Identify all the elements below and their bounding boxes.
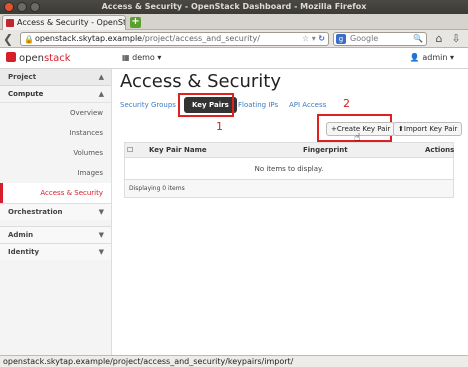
url-host: openstack.skytap.example bbox=[35, 34, 143, 43]
main-content: Access & Security Security Groups Key Pa… bbox=[112, 69, 468, 355]
browser-tabbar: Access & Security - OpenStack ... + bbox=[0, 14, 468, 30]
sidebar-item-images[interactable]: Images bbox=[0, 163, 111, 183]
new-tab-button[interactable]: + bbox=[130, 17, 141, 28]
close-window-button[interactable] bbox=[4, 2, 14, 12]
chevron-down-icon: ▼ bbox=[98, 208, 104, 216]
sidebar-item-overview[interactable]: Overview bbox=[0, 103, 111, 123]
minimize-window-button[interactable] bbox=[17, 2, 27, 12]
window-titlebar: Access & Security - OpenStack Dashboard … bbox=[0, 0, 468, 14]
browser-statusbar: openstack.skytap.example/project/access_… bbox=[0, 355, 468, 367]
page-title: Access & Security bbox=[120, 71, 282, 92]
chevron-up-icon: ▲ bbox=[98, 90, 104, 98]
dropdown-arrow-icon[interactable]: ▾ bbox=[312, 34, 316, 43]
user-icon: 👤 bbox=[409, 53, 420, 62]
sidebar-item-instances[interactable]: Instances bbox=[0, 123, 111, 143]
tab-security-groups[interactable]: Security Groups bbox=[120, 97, 176, 113]
sidebar-group-compute[interactable]: Compute ▲ bbox=[0, 86, 111, 103]
sidebar-item-access-security[interactable]: Access & Security bbox=[0, 183, 111, 203]
url-bar[interactable]: 🔒 openstack.skytap.example/project/acces… bbox=[20, 32, 329, 46]
column-header-name[interactable]: Key Pair Name bbox=[149, 146, 207, 154]
search-magnifier-icon[interactable]: 🔍 bbox=[413, 33, 423, 45]
table-empty-message: No items to display. bbox=[125, 158, 453, 180]
chevron-down-icon: ▼ bbox=[98, 248, 104, 256]
search-input[interactable]: g Google 🔍 bbox=[333, 32, 427, 46]
select-all-checkbox[interactable]: ☐ bbox=[127, 146, 133, 154]
sidebar-group-orchestration[interactable]: Orchestration ▼ bbox=[0, 203, 111, 220]
openstack-header: openstack ▦ demo ▾ 👤 admin ▾ bbox=[0, 48, 468, 69]
callout-step-1: 1 bbox=[216, 120, 223, 133]
project-icon: ▦ bbox=[122, 53, 130, 62]
downloads-icon[interactable]: ⇩ bbox=[450, 33, 462, 45]
browser-tab-title: Access & Security - OpenStack ... bbox=[17, 18, 126, 27]
sidebar-section-project[interactable]: Project ▲ bbox=[0, 69, 111, 86]
openstack-favicon-icon bbox=[6, 19, 14, 27]
url-path: /project/access_and_security/ bbox=[142, 34, 260, 43]
tab-api-access[interactable]: API Access bbox=[289, 97, 326, 113]
callout-step-2: 2 bbox=[343, 97, 350, 110]
user-menu[interactable]: 👤 admin ▾ bbox=[410, 53, 454, 62]
table-header-row: ☐ Key Pair Name Fingerprint Actions bbox=[125, 143, 455, 158]
sidebar-section-admin[interactable]: Admin ▼ bbox=[0, 226, 111, 243]
site-identity-icon[interactable]: 🔒 bbox=[24, 34, 34, 45]
openstack-logo-icon bbox=[6, 52, 16, 62]
maximize-window-button[interactable] bbox=[30, 2, 40, 12]
window-title: Access & Security - OpenStack Dashboard … bbox=[101, 2, 367, 11]
key-pairs-table: ☐ Key Pair Name Fingerprint Actions No i… bbox=[124, 142, 454, 198]
bookmark-star-icon[interactable]: ☆ bbox=[302, 34, 309, 43]
search-placeholder: Google bbox=[350, 34, 379, 43]
sidebar-section-identity[interactable]: Identity ▼ bbox=[0, 243, 111, 260]
tab-floating-ips[interactable]: Floating IPs bbox=[238, 97, 278, 113]
highlight-box-key-pairs bbox=[178, 93, 234, 117]
column-header-actions: Actions bbox=[425, 146, 455, 154]
import-key-pair-button[interactable]: ⬆Import Key Pair bbox=[393, 122, 463, 136]
reload-icon[interactable]: ↻ bbox=[318, 34, 325, 43]
chevron-down-icon: ▼ bbox=[98, 231, 104, 239]
browser-tab[interactable]: Access & Security - OpenStack ... bbox=[2, 15, 126, 30]
home-icon[interactable]: ⌂ bbox=[433, 33, 445, 45]
project-selector[interactable]: ▦ demo ▾ bbox=[122, 53, 161, 62]
chevron-down-icon: ▾ bbox=[157, 53, 162, 62]
chevron-up-icon: ▲ bbox=[98, 73, 104, 81]
table-footer: Displaying 0 items bbox=[125, 180, 453, 197]
sidebar: Project ▲ Compute ▲ Overview Instances V… bbox=[0, 69, 112, 355]
column-header-fingerprint[interactable]: Fingerprint bbox=[303, 146, 348, 154]
back-arrow-icon[interactable]: ❮ bbox=[3, 32, 13, 46]
browser-navbar: ❮ 🔒 openstack.skytap.example/project/acc… bbox=[0, 30, 468, 48]
sidebar-item-volumes[interactable]: Volumes bbox=[0, 143, 111, 163]
window-controls bbox=[4, 2, 40, 12]
openstack-logo[interactable]: openstack bbox=[6, 52, 71, 64]
chevron-down-icon: ▾ bbox=[449, 53, 454, 62]
search-engine-icon[interactable]: g bbox=[336, 34, 346, 44]
